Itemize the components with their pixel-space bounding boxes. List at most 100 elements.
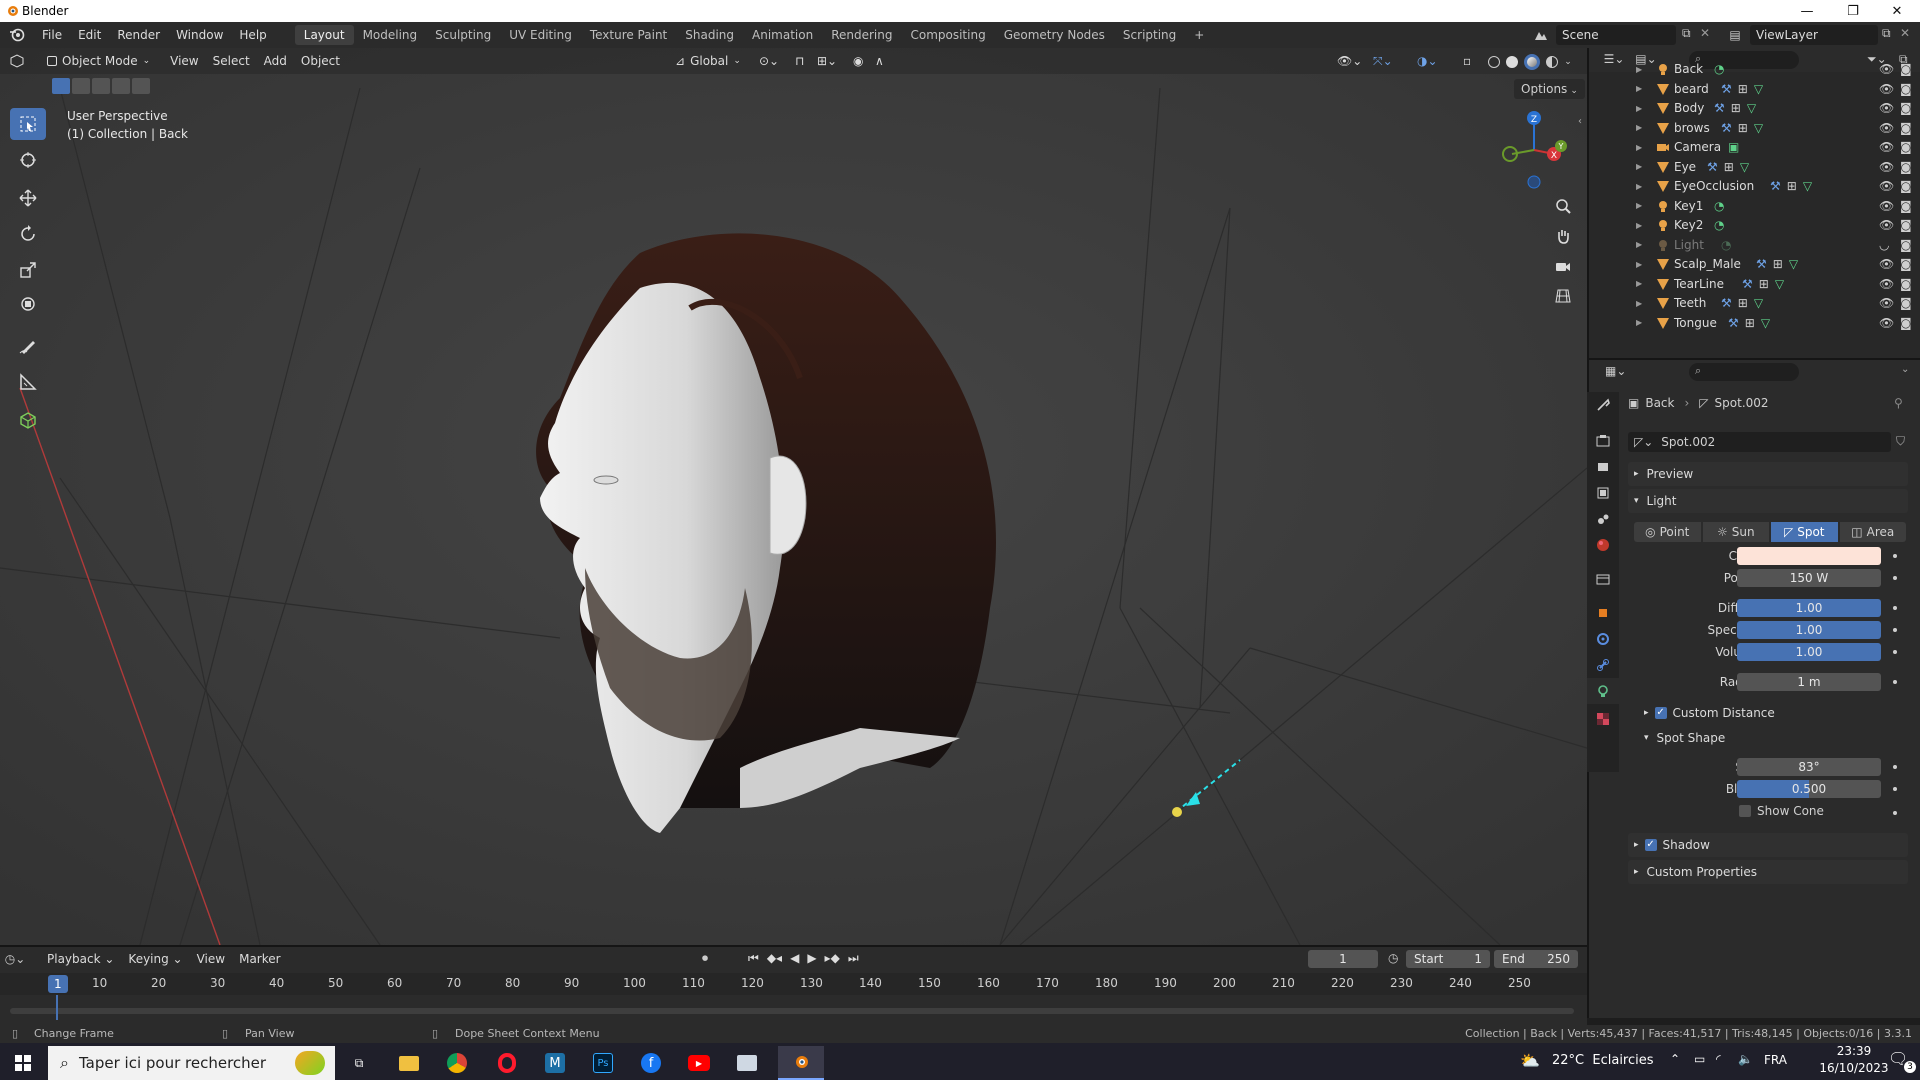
mesh-data-icon[interactable]: ▽	[1740, 160, 1749, 174]
new-view-layer-icon[interactable]: ⧉	[1882, 26, 1891, 41]
remote-desktop-icon[interactable]	[724, 1046, 770, 1080]
camera-data-icon[interactable]: ▣	[1728, 140, 1739, 154]
keyframe-dot[interactable]	[1893, 576, 1897, 580]
view-layer-field[interactable]: ViewLayer	[1750, 25, 1878, 45]
chrome-icon[interactable]	[434, 1046, 480, 1080]
wireframe-shading-icon[interactable]	[1488, 56, 1501, 68]
menu-keying[interactable]: Keying ⌄	[121, 949, 189, 969]
radius-field[interactable]: 1 m	[1737, 673, 1881, 691]
outliner-item-back[interactable]: ▶ Back ◔ 👁 ◙	[1589, 59, 1920, 79]
next-keyframe-icon[interactable]: ▸◆	[825, 951, 840, 966]
keyframe-dot[interactable]	[1893, 554, 1897, 558]
scene-tab-icon[interactable]	[1587, 506, 1619, 532]
opera-icon[interactable]	[484, 1046, 530, 1080]
scene-selector-icon[interactable]	[1528, 26, 1554, 44]
clock-time[interactable]: 23:39	[1824, 1044, 1884, 1058]
tab-sculpting[interactable]: Sculpting	[426, 25, 500, 45]
light-data-tab-icon[interactable]	[1587, 678, 1619, 704]
properties-search-input[interactable]: ⌕	[1689, 363, 1799, 381]
keyframe-dot[interactable]	[1893, 680, 1897, 684]
menu-object[interactable]: Object	[294, 51, 347, 71]
properties-editor-icon[interactable]: ▦⌄	[1605, 364, 1626, 378]
current-frame-field[interactable]: 1	[1308, 950, 1378, 968]
vertex-groups-icon[interactable]: ⊞	[1759, 277, 1769, 291]
light-type-area[interactable]: ◫ Area	[1839, 522, 1906, 542]
render-camera-icon[interactable]: ◙	[1900, 296, 1912, 310]
light-type-spot[interactable]: ◸ Spot	[1771, 522, 1838, 542]
vertex-groups-icon[interactable]: ⊞	[1745, 316, 1755, 330]
specular-slider[interactable]: 1.00	[1737, 621, 1881, 639]
outliner-item-light[interactable]: ▶ Light ◔ ◡ ◙	[1589, 235, 1920, 255]
modifier-wrench-icon[interactable]: ⚒	[1721, 121, 1732, 135]
zoom-icon[interactable]	[1549, 192, 1577, 220]
eye-icon[interactable]: 👁	[1879, 82, 1894, 96]
add-cube-tool[interactable]	[10, 404, 46, 436]
task-view-icon[interactable]: ⧉	[336, 1046, 382, 1080]
tab-texture-paint[interactable]: Texture Paint	[581, 25, 676, 45]
physics-tab-icon[interactable]	[1587, 626, 1619, 652]
timeline-ruler[interactable]: 1 10 20 30 40 50 60 70 80 90 100 110 120 130 140 150 16…	[0, 973, 1587, 995]
timeline-scrollbar[interactable]	[10, 1008, 1574, 1014]
outliner-item-scalp_male[interactable]: ▶ Scalp_Male ⚒ ⊞ ▽ 👁 ◙	[1589, 254, 1920, 274]
eye-icon[interactable]: 👁	[1879, 257, 1894, 271]
modifier-wrench-icon[interactable]: ⚒	[1742, 277, 1753, 291]
perspective-grid-icon[interactable]	[1549, 282, 1577, 310]
preview-range-clock-icon[interactable]: ◷	[1388, 951, 1398, 965]
windows-start-icon[interactable]	[0, 1046, 46, 1080]
proportional-edit-icon[interactable]: ◉	[846, 51, 870, 71]
object-tab-icon[interactable]	[1587, 600, 1619, 626]
new-scene-icon[interactable]: ⧉	[1682, 26, 1691, 41]
select-invert-icon[interactable]	[112, 78, 130, 94]
cursor-tool[interactable]	[10, 144, 46, 176]
pivot-point-icon[interactable]: ⊙⌄	[752, 51, 786, 71]
move-tool[interactable]	[10, 182, 46, 214]
menu-edit[interactable]: Edit	[70, 28, 109, 42]
select-subtract-icon[interactable]	[92, 78, 110, 94]
mesh-data-icon[interactable]: ▽	[1789, 257, 1798, 271]
render-camera-icon[interactable]: ◙	[1900, 82, 1912, 96]
camera-view-icon[interactable]	[1549, 252, 1577, 280]
keyframe-dot[interactable]	[1893, 606, 1897, 610]
mesh-data-icon[interactable]: ▽	[1754, 296, 1763, 310]
network-icon[interactable]: ▭	[1694, 1052, 1705, 1066]
sidebar-toggle-icon[interactable]: ‹	[1578, 116, 1582, 127]
eye-icon[interactable]: 👁	[1879, 160, 1894, 174]
eye-icon[interactable]: 👁	[1879, 179, 1894, 193]
eye-icon[interactable]: 👁	[1879, 316, 1894, 330]
gizmo-toggle-icon[interactable]: ⤧⌄	[1366, 51, 1400, 71]
scene-name-field[interactable]: Scene	[1556, 25, 1676, 45]
custom-distance-subpanel[interactable]: ▸ ✓ Custom Distance	[1644, 701, 1920, 725]
play-reverse-icon[interactable]: ◀	[790, 951, 799, 966]
options-dropdown[interactable]: Options ⌄	[1514, 79, 1585, 99]
3d-viewport[interactable]: Z X Y User Perspective (1) Collection | …	[0, 48, 1587, 945]
vertex-groups-icon[interactable]: ⊞	[1787, 179, 1797, 193]
mesh-data-icon[interactable]: ▽	[1747, 101, 1756, 115]
expand-arrow-icon[interactable]: ▶	[1636, 299, 1642, 308]
outliner-item-tearline[interactable]: ▶ TearLine ⚒ ⊞ ▽ 👁 ◙	[1589, 274, 1920, 294]
render-camera-icon[interactable]: ◙	[1900, 277, 1912, 291]
modifier-wrench-icon[interactable]: ⚒	[1756, 257, 1767, 271]
start-frame-field[interactable]: Start 1	[1406, 950, 1490, 968]
snap-target-icon[interactable]: ⊞⌄	[810, 51, 844, 71]
outliner-item-eyeocclusion[interactable]: ▶ EyeOcclusion ⚒ ⊞ ▽ 👁 ◙	[1589, 176, 1920, 196]
tab-shading[interactable]: Shading	[676, 25, 743, 45]
menu-timeline-view[interactable]: View	[190, 949, 232, 969]
render-camera-icon[interactable]: ◙	[1900, 238, 1912, 252]
malwarebytes-icon[interactable]: M	[532, 1046, 578, 1080]
maximize-button[interactable]: ❐	[1830, 0, 1876, 22]
outliner-item-key1[interactable]: ▶ Key1 ◔ 👁 ◙	[1589, 196, 1920, 216]
measure-tool[interactable]	[10, 366, 46, 398]
scale-tool[interactable]	[10, 254, 46, 286]
add-workspace-button[interactable]: +	[1185, 25, 1213, 45]
preview-panel-header[interactable]: ▸ Preview	[1628, 462, 1908, 486]
vertex-groups-icon[interactable]: ⊞	[1738, 82, 1748, 96]
mesh-data-icon[interactable]: ▽	[1803, 179, 1812, 193]
xray-icon[interactable]: ▫	[1456, 51, 1478, 71]
rotate-tool[interactable]	[10, 218, 46, 250]
spot-shape-subpanel[interactable]: ▾ Spot Shape	[1644, 726, 1920, 750]
render-camera-icon[interactable]: ◙	[1900, 101, 1912, 115]
outliner-item-brows[interactable]: ▶ brows ⚒ ⊞ ▽ 👁 ◙	[1589, 118, 1920, 138]
render-camera-icon[interactable]: ◙	[1900, 160, 1912, 174]
tab-geometry-nodes[interactable]: Geometry Nodes	[995, 25, 1114, 45]
expand-arrow-icon[interactable]: ▶	[1636, 143, 1642, 152]
